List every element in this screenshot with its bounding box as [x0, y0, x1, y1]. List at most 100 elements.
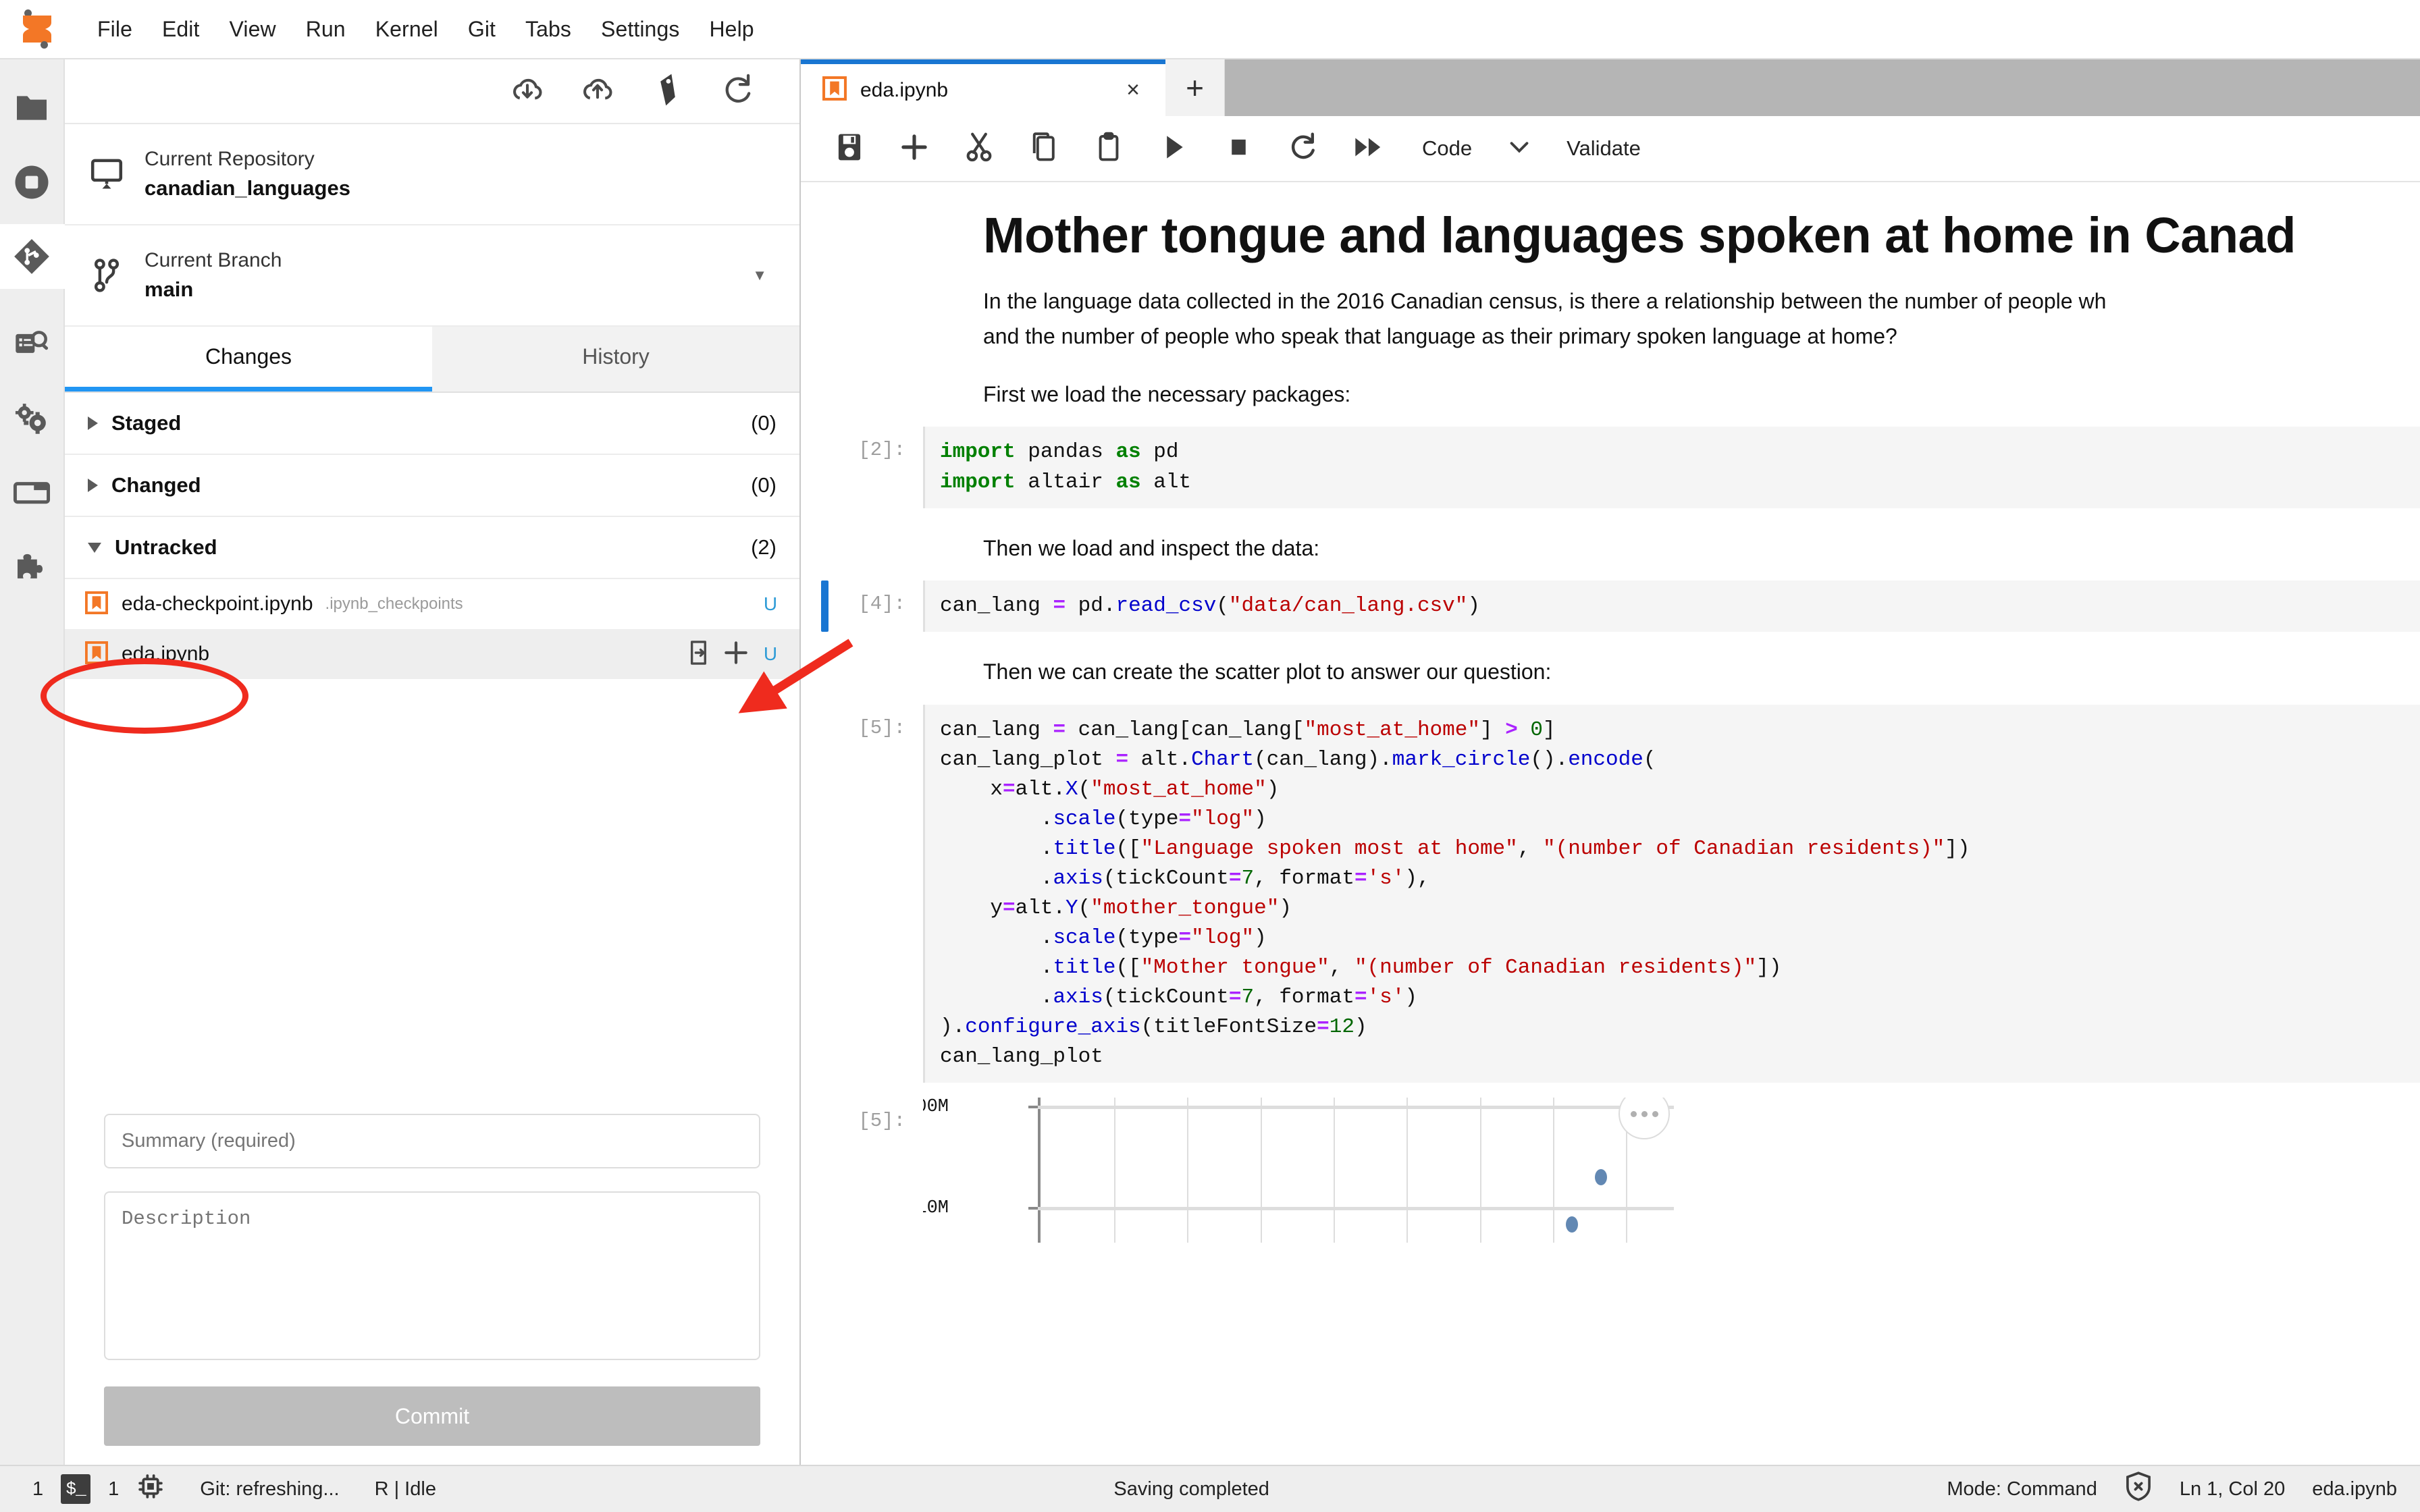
new-tab-button[interactable]: +	[1165, 59, 1225, 116]
restart-run-all-button[interactable]	[1349, 130, 1387, 167]
section-staged[interactable]: Staged (0)	[65, 393, 799, 455]
menu-item-kernel[interactable]: Kernel	[361, 10, 453, 49]
git-pull-button[interactable]	[505, 69, 550, 113]
menu-item-settings[interactable]: Settings	[586, 10, 694, 49]
tab-changes[interactable]: Changes	[65, 327, 432, 392]
gears-icon	[12, 401, 51, 436]
edit-mode: Mode: Command	[1947, 1478, 2097, 1500]
git-status[interactable]: Git: refreshing...	[200, 1478, 339, 1501]
cell-output-5: [5]: 100M 10M	[801, 1098, 2420, 1243]
current-repository-row[interactable]: Current Repository canadian_languages	[65, 124, 799, 225]
gridline-horizontal	[1038, 1207, 1674, 1211]
kernel-icon[interactable]	[136, 1472, 165, 1506]
notebook-area: eda.ipynb × + Code Validate Mother tongu…	[801, 59, 2420, 1465]
menu-item-file[interactable]: File	[82, 10, 147, 49]
menu-bar: File Edit View Run Kernel Git Tabs Setti…	[0, 0, 2420, 59]
kernel-count[interactable]: 1	[108, 1478, 119, 1501]
notebook-toolbar: Code Validate	[801, 116, 2420, 182]
cell-source-2: import pandas as pd import altair as alt	[940, 440, 1192, 494]
gridline-vertical	[1479, 1098, 1481, 1243]
branch-icon	[88, 257, 126, 294]
code-cell-4[interactable]: [4]: can_lang = pd.read_csv("data/can_la…	[801, 580, 2420, 632]
list-item[interactable]: eda-checkpoint.ipynb .ipynb_checkpoints …	[65, 579, 799, 629]
sidebar-item-extension-settings[interactable]	[0, 386, 64, 451]
menu-item-help[interactable]: Help	[694, 10, 768, 49]
insert-cell-button[interactable]	[895, 130, 933, 167]
menu-item-view[interactable]: View	[215, 10, 291, 49]
scatter-chart: 100M 10M	[923, 1098, 1674, 1243]
output-body: 100M 10M	[923, 1098, 2420, 1243]
close-icon[interactable]: ×	[1120, 77, 1147, 103]
menu-item-edit[interactable]: Edit	[147, 10, 215, 49]
y-tick-10m	[1028, 1207, 1038, 1210]
section-changed[interactable]: Changed (0)	[65, 455, 799, 517]
section-changed-label: Changed	[111, 473, 201, 497]
tab-history[interactable]: History	[432, 327, 799, 392]
section-changed-count: (0)	[751, 473, 777, 497]
tab-eda-ipynb[interactable]: eda.ipynb ×	[801, 59, 1165, 116]
markdown-intro: In the language data collected in the 20…	[801, 284, 2420, 354]
main-body: Current Repository canadian_languages Cu…	[0, 59, 2420, 1465]
sidebar-item-open-tabs[interactable]	[0, 460, 64, 525]
stop-icon	[1225, 132, 1252, 165]
commit-summary-input[interactable]	[104, 1114, 760, 1168]
y-tick-100m	[1028, 1106, 1038, 1109]
refresh-icon	[720, 72, 756, 111]
toc-search-icon	[13, 327, 51, 362]
cloud-upload-icon	[579, 72, 616, 111]
terminal-count[interactable]: 1	[32, 1478, 43, 1501]
interrupt-kernel-button[interactable]	[1219, 130, 1257, 167]
commit-button[interactable]: Commit	[104, 1386, 760, 1446]
git-tag-button[interactable]	[646, 69, 690, 113]
restart-kernel-button[interactable]	[1284, 130, 1322, 167]
git-push-button[interactable]	[575, 69, 620, 113]
scissors-icon	[965, 132, 993, 166]
file-name: eda.ipynb	[122, 643, 210, 665]
validate-button[interactable]: Validate	[1567, 136, 1641, 161]
sidebar-item-running-terminals[interactable]	[0, 150, 64, 215]
stage-file-button[interactable]	[722, 639, 749, 670]
y-axis	[1038, 1098, 1041, 1243]
branch-chevron-down-icon[interactable]: ▼	[752, 267, 777, 284]
menu-item-git[interactable]: Git	[453, 10, 510, 49]
section-untracked[interactable]: Untracked (2)	[65, 517, 799, 579]
intro-line-1: In the language data collected in the 20…	[983, 289, 2107, 313]
copy-icon	[1030, 132, 1058, 166]
markdown-load: First we load the necessary packages:	[983, 381, 1351, 406]
notebook-content: Mother tongue and languages spoken at ho…	[801, 182, 2420, 1465]
gridline-vertical	[1114, 1098, 1116, 1243]
cell-editor[interactable]: can_lang = pd.read_csv("data/can_lang.cs…	[923, 580, 2420, 632]
run-cell-button[interactable]	[1155, 130, 1192, 167]
chevron-right-icon	[88, 416, 98, 430]
code-cell-2[interactable]: [2]: import pandas as pd import altair a…	[801, 427, 2420, 508]
git-refresh-button[interactable]	[716, 69, 760, 113]
cell-editor[interactable]: import pandas as pd import altair as alt	[923, 427, 2420, 508]
desktop-icon	[88, 157, 126, 191]
paste-cell-button[interactable]	[1090, 130, 1128, 167]
data-point	[1594, 1169, 1607, 1186]
file-path: .ipynb_checkpoints	[325, 595, 463, 613]
branch-value: main	[144, 277, 194, 301]
menu-item-tabs[interactable]: Tabs	[510, 10, 586, 49]
current-branch-row[interactable]: Current Branch main ▼	[65, 225, 799, 327]
status-bar: 1 $_ 1 Git: refreshing... R | Idle Savin…	[0, 1465, 2420, 1512]
commit-description-input[interactable]	[104, 1191, 760, 1360]
terminal-icon[interactable]: $_	[61, 1474, 91, 1504]
cell-type-select[interactable]: Code	[1422, 136, 1530, 161]
cloud-download-icon	[509, 72, 546, 111]
cell-editor[interactable]: can_lang = can_lang[can_lang["most_at_ho…	[923, 705, 2420, 1083]
copy-cell-button[interactable]	[1025, 130, 1063, 167]
open-file-button[interactable]	[687, 640, 710, 669]
plot-area	[1028, 1098, 1674, 1243]
sidebar-item-extension-manager[interactable]	[0, 535, 64, 599]
save-button[interactable]	[831, 130, 868, 167]
cut-cell-button[interactable]	[960, 130, 998, 167]
menu-item-run[interactable]: Run	[291, 10, 361, 49]
sidebar-item-file-browser[interactable]	[0, 76, 64, 140]
list-item[interactable]: eda.ipynb U	[65, 629, 799, 679]
code-cell-5[interactable]: [5]: can_lang = can_lang[can_lang["most_…	[801, 705, 2420, 1083]
kernel-status[interactable]: R | Idle	[375, 1478, 436, 1501]
sidebar-item-git[interactable]	[0, 224, 65, 289]
sidebar-item-table-of-contents[interactable]	[0, 312, 64, 377]
trust-shield-icon[interactable]	[2124, 1471, 2153, 1507]
